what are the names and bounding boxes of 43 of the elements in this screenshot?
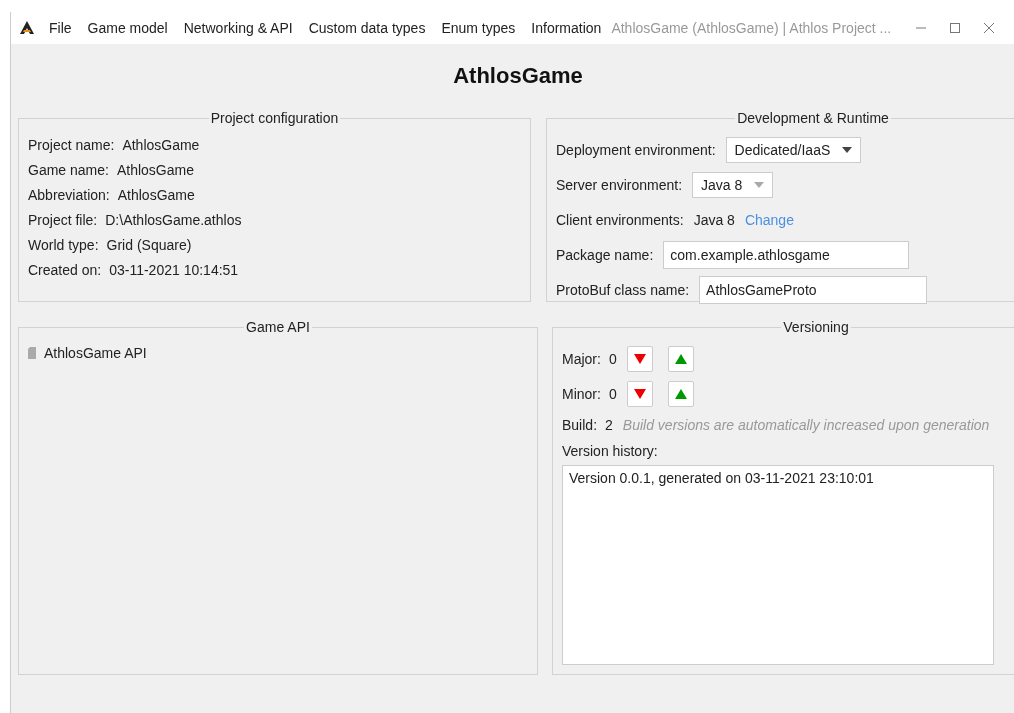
field-label: Client environments:	[556, 211, 684, 228]
field-value: AthlosGame	[122, 136, 200, 153]
field-value: AthlosGame	[116, 161, 194, 178]
input-field[interactable]: com.example.athlosgame	[663, 240, 910, 269]
field-label: Project name:	[28, 136, 115, 153]
list-item[interactable]: Version 0.0.1, generated on 03-11-2021 23:10:01	[569, 470, 987, 486]
panel-title: Versioning	[782, 319, 850, 335]
menu-item[interactable]: Information	[531, 20, 602, 36]
hint-text: Build versions are automatically increased upon generation	[622, 417, 990, 433]
field-value: 0	[608, 385, 617, 402]
panel-title: Game API	[245, 319, 311, 335]
field-value: 0	[608, 350, 617, 367]
tree-item[interactable]: AthlosGame API	[44, 345, 147, 361]
menu-item[interactable]: Enum types	[441, 20, 516, 36]
window-title: AthlosGame (AthlosGame) | Athlos Project ...	[611, 20, 892, 36]
field-label: Game name:	[28, 161, 109, 178]
menu-item[interactable]: Game model	[87, 20, 168, 36]
field-label: Build:	[562, 417, 598, 433]
field-value: Java 8	[693, 211, 735, 228]
panel-title: Project configuration	[209, 110, 340, 126]
field-value: AthlosGame	[117, 186, 195, 203]
field-value: D:\AthlosGame.athlos	[105, 211, 242, 228]
menu-item[interactable]: Custom data types	[308, 20, 426, 36]
field-label: Major:	[562, 350, 601, 367]
field-label: Version history:	[562, 443, 659, 461]
dropdown[interactable]: Dedicated/IaaS	[725, 136, 862, 163]
field-label: Deployment environment:	[556, 141, 716, 158]
field-label: World type:	[28, 236, 99, 253]
menu-item[interactable]: Networking & API	[183, 20, 293, 36]
field-value: 2	[605, 417, 613, 433]
menu-item[interactable]: File	[49, 20, 72, 36]
field-label: Server environment:	[556, 176, 683, 193]
field-label: Abbreviation:	[28, 186, 110, 203]
panel-title: Development & Runtime	[736, 110, 890, 126]
field-label: Minor:	[562, 385, 601, 402]
field-label: Created on:	[28, 261, 102, 278]
project-heading: AthlosGame	[452, 62, 584, 90]
input-field[interactable]: AthlosGameProto	[699, 275, 928, 304]
field-value: Grid (Square)	[106, 236, 192, 253]
field-label: ProtoBuf class name:	[556, 281, 690, 298]
field-label: Package name:	[556, 246, 654, 263]
field-label: Project file:	[28, 211, 98, 228]
field-value: 03-11-2021 10:14:51	[109, 261, 239, 278]
